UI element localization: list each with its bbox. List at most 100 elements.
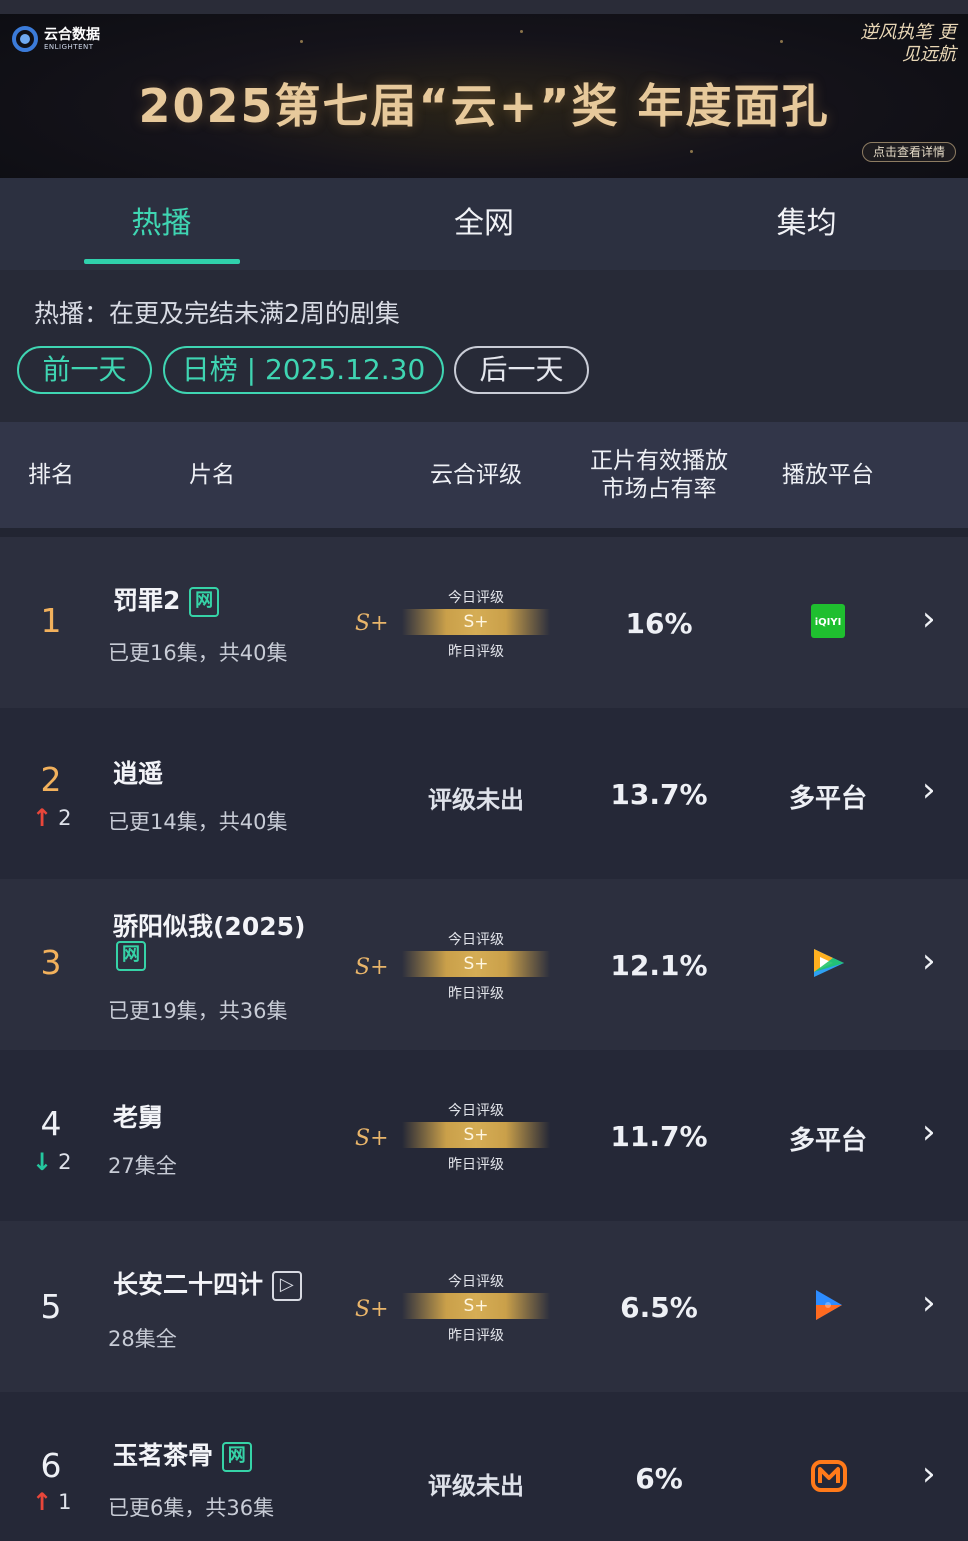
tab-episode-average[interactable]: 集均 [645,178,968,270]
header-rating: 云合评级 [430,462,522,488]
chevron-right-icon[interactable]: › [922,1283,936,1323]
logo-mark-icon [12,26,38,52]
today-rating-label: 今日评级 [448,590,504,606]
show-title-text: 长安二十四计 [113,1270,264,1299]
show-title: 罚罪2 网 [113,581,220,617]
rating-indicator: 今日评级 S+ 昨日评级 [402,587,550,660]
episode-progress: 28集全 [108,1327,177,1351]
table-header: 排名 片名 云合评级 正片有效播放 市场占有率 播放平台 [0,422,968,528]
rank-number: 5 [40,1287,62,1326]
rank-number: 2 [40,760,62,799]
today-rating-label: 今日评级 [448,1103,504,1119]
rank-change: ↑ 2 [32,804,71,832]
episode-progress: 已更16集，共40集 [108,641,288,665]
chevron-right-icon[interactable]: › [922,770,936,810]
show-title-text: 玉茗茶骨 [113,1441,214,1470]
today-rating: S+ [463,612,489,632]
header-title: 片名 [189,462,235,488]
chevron-right-icon[interactable]: › [922,599,936,639]
view-details-button[interactable]: 点击查看详情 [861,142,956,162]
rank-change: ↑ 1 [32,1488,71,1516]
previous-rating: S+ [355,955,389,980]
show-title: 逍遥 [113,759,164,788]
rank-change: ↓ 2 [32,1148,71,1176]
banner-top-strip [0,0,968,14]
logo-text-cn: 云合数据 [44,26,100,43]
episode-progress: 已更6集，共36集 [108,1496,275,1520]
table-row[interactable]: 1 罚罪2 网 已更16集，共40集 S+ 今日评级 S+ 昨日评级 16% i… [0,537,968,708]
chevron-right-icon[interactable]: › [922,1112,936,1152]
tab-hot[interactable]: 热播 [0,178,323,270]
yesterday-rating-label: 昨日评级 [448,986,504,1002]
market-share: 13.7% [610,778,708,811]
rating-indicator: 今日评级 S+ 昨日评级 [402,929,550,1002]
ranking-tabs: 热播 全网 集均 [0,178,968,270]
table-row[interactable]: 5 长安二十四计 ▷ 28集全 S+ 今日评级 S+ 昨日评级 6.5% › [0,1221,968,1392]
header-market-share: 正片有效播放 市场占有率 [575,422,743,528]
today-rating-label: 今日评级 [448,1274,504,1290]
rank-number: 1 [40,601,62,640]
web-drama-badge: 网 [189,587,220,617]
market-share: 12.1% [610,949,708,982]
yesterday-rating-label: 昨日评级 [448,644,504,660]
yesterday-rating-label: 昨日评级 [448,1157,504,1173]
chevron-right-icon[interactable]: › [922,1454,936,1494]
previous-day-button[interactable]: 前一天 [17,346,152,394]
chevron-right-icon[interactable]: › [922,941,936,981]
rating-pending: 评级未出 [428,1472,524,1500]
show-title: 玉茗茶骨 网 [113,1436,252,1472]
mango-tv-icon [811,1459,847,1493]
exclusive-play-icon: ▷ [271,1271,302,1301]
arrow-down-icon: ↓ [32,1148,53,1176]
header-platform: 播放平台 [782,462,874,488]
today-rating: S+ [463,954,489,974]
table-row[interactable]: 3 骄阳似我(2025) 网 已更19集，共36集 S+ 今日评级 S+ 昨日评… [0,879,968,1050]
sparkle [690,150,693,153]
show-title: 长安二十四计 ▷ [113,1265,302,1301]
banner-title: 2025第七届“云+”奖 年度面孔 [138,79,830,133]
enlightent-logo: 云合数据 ENLIGHTENT [12,26,100,52]
show-title-text: 罚罪2 [113,586,181,615]
rank-number: 3 [40,943,62,982]
yesterday-rating-label: 昨日评级 [448,1328,504,1344]
active-tab-indicator [84,259,240,264]
market-share: 6.5% [620,1291,698,1324]
show-title: 老舅 [113,1103,164,1132]
table-row[interactable]: 6 ↑ 1 玉茗茶骨 网 已更6集，共36集 评级未出 6% › [0,1392,968,1541]
previous-rating: S+ [355,611,389,636]
filter-description: 热播：在更及完结未满2周的剧集 [34,299,400,328]
episode-progress: 已更14集，共40集 [108,810,288,834]
rank-change-value: 2 [58,1150,72,1174]
header-share-line1: 正片有效播放 [590,448,728,474]
iqiyi-icon-text: iQIYI [815,617,842,628]
today-rating-label: 今日评级 [448,932,504,948]
date-filter: 热播：在更及完结未满2周的剧集 前一天 日榜 | 2025.12.30 后一天 [0,270,968,422]
youku-icon [811,1288,845,1322]
rank-change-value: 2 [58,806,72,830]
table-row[interactable]: 4 ↓ 2 老舅 27集全 S+ 今日评级 S+ 昨日评级 11.7% 多平台 › [0,1050,968,1221]
iqiyi-icon: iQIYI [811,604,845,638]
table-row[interactable]: 2 ↑ 2 逍遥 已更14集，共40集 评级未出 13.7% 多平台 › [0,708,968,879]
today-rating: S+ [463,1296,489,1316]
next-day-button[interactable]: 后一天 [454,346,589,394]
sparkle [780,40,783,43]
platform-name: 多平台 [788,1126,867,1156]
sparkle [300,40,303,43]
previous-rating: S+ [355,1126,389,1151]
show-title: 骄阳似我(2025) [113,912,306,941]
episode-progress: 已更19集，共36集 [108,999,288,1023]
rating-indicator: 今日评级 S+ 昨日评级 [402,1100,550,1173]
date-selector[interactable]: 日榜 | 2025.12.30 [163,346,444,394]
rank-change-value: 1 [58,1490,72,1514]
sparkle [520,30,523,33]
web-drama-badge: 网 [221,1442,252,1472]
market-share: 11.7% [610,1120,708,1153]
rating-indicator: 今日评级 S+ 昨日评级 [402,1271,550,1344]
platform-name: 多平台 [788,784,867,814]
banner-slogan: 逆风执笔 更见远航 [860,22,956,65]
logo-text-en: ENLIGHTENT [44,42,94,51]
arrow-up-icon: ↑ [32,1488,53,1516]
arrow-up-icon: ↑ [32,804,53,832]
tab-all-network[interactable]: 全网 [323,178,646,270]
event-banner[interactable]: 云合数据 ENLIGHTENT 2025第七届“云+”奖 年度面孔 逆风执笔 更… [0,0,968,178]
